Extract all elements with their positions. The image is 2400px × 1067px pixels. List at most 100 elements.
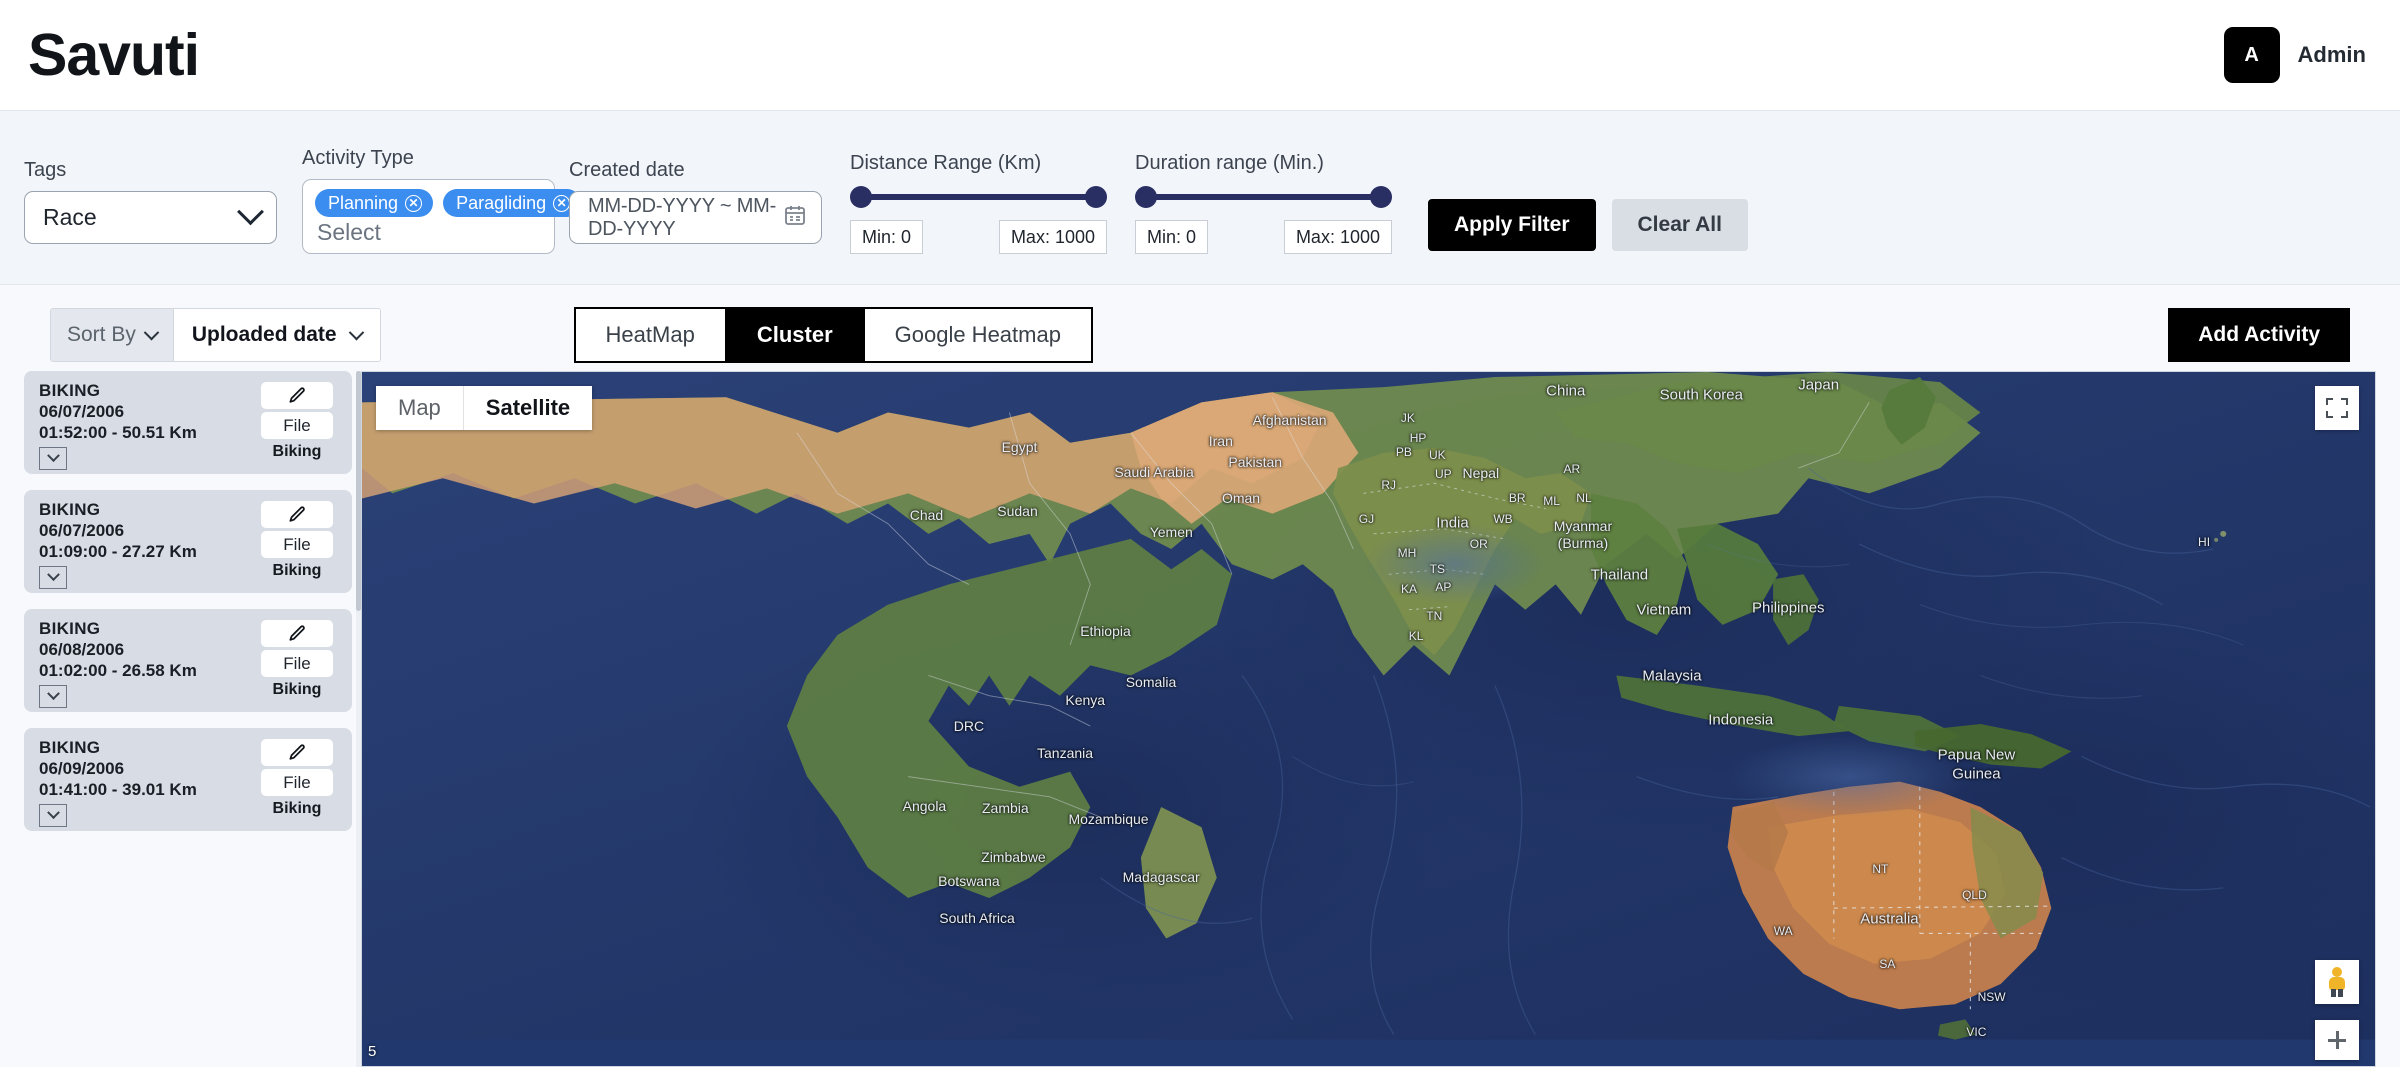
activity-card-main: BIKING06/09/200601:41:00 - 39.01 Km — [39, 738, 254, 831]
activity-card[interactable]: BIKING06/09/200601:41:00 - 39.01 Km File B… — [24, 728, 352, 831]
sort-by-label: Sort By — [67, 323, 136, 347]
slider-knob-max[interactable] — [1085, 186, 1107, 208]
chip-label: Planning — [328, 193, 398, 214]
activity-card-actions: FileBiking — [254, 619, 340, 712]
street-view-button[interactable] — [2315, 960, 2359, 1004]
activity-file-button[interactable]: File — [261, 412, 333, 439]
map-canvas[interactable]: ChinaSouth KoreaJapanAfghanistanIranPaki… — [361, 371, 2376, 1067]
main-content: Sort By Uploaded date HeatMap Cluster Go… — [0, 285, 2400, 1067]
activity-edit-button[interactable] — [261, 382, 333, 409]
sort-by-value-label: Uploaded date — [192, 323, 337, 347]
activity-card[interactable]: BIKING06/07/200601:52:00 - 50.51 Km File B… — [24, 371, 352, 474]
chevron-down-icon — [144, 324, 160, 340]
created-date-label: Created date — [569, 159, 822, 182]
filter-activity-type: Activity Type Planning ✕ Paragliding ✕ S… — [302, 111, 555, 254]
created-date-placeholder: MM-DD-YYYY ~ MM-DD-YYYY — [588, 195, 783, 241]
tags-select[interactable]: Race — [24, 191, 277, 244]
duration-min-value[interactable]: Min: 0 — [1135, 220, 1208, 254]
user-name: Admin — [2298, 42, 2366, 68]
activity-type-placeholder[interactable]: Select — [315, 220, 542, 245]
activity-card-main: BIKING06/07/200601:09:00 - 27.27 Km — [39, 500, 254, 593]
activity-type-label: Biking — [273, 800, 322, 818]
distance-range-label: Distance Range (Km) — [850, 152, 1107, 175]
slider-knob-min[interactable] — [850, 186, 872, 208]
map-view-tabs: HeatMap Cluster Google Heatmap — [574, 307, 1093, 363]
tab-cluster[interactable]: Cluster — [725, 309, 863, 361]
activity-card-main: BIKING06/08/200601:02:00 - 26.58 Km — [39, 619, 254, 712]
activity-edit-button[interactable] — [261, 620, 333, 647]
activity-type-chips: Planning ✕ Paragliding ✕ — [315, 189, 542, 217]
activity-date: 06/07/2006 — [39, 521, 254, 542]
duration-max-value[interactable]: Max: 1000 — [1284, 220, 1392, 254]
activity-file-button[interactable]: File — [261, 769, 333, 796]
filter-distance-range: Distance Range (Km) Min: 0 Max: 1000 — [850, 111, 1107, 254]
activity-expand-button[interactable] — [39, 685, 67, 708]
activity-card-actions: File Biking — [254, 500, 340, 593]
add-activity-button[interactable]: Add Activity — [2168, 308, 2350, 362]
activity-expand-button[interactable] — [39, 566, 67, 589]
zoom-in-icon — [2328, 1031, 2346, 1049]
chip-remove-icon[interactable]: ✕ — [553, 195, 570, 212]
activity-type-multiselect[interactable]: Planning ✕ Paragliding ✕ Select — [302, 179, 555, 254]
activity-list[interactable]: BIKING06/07/200601:52:00 - 50.51 KmFileB… — [24, 371, 361, 1067]
fullscreen-button[interactable] — [2315, 386, 2359, 430]
activity-type-label: Biking — [273, 562, 322, 580]
activity-card-actions: File Biking — [254, 738, 340, 831]
pencil-icon — [288, 505, 307, 524]
zoom-in-button[interactable] — [2315, 1020, 2359, 1060]
sort-by-trigger[interactable]: Sort By — [51, 309, 173, 361]
clear-all-button[interactable]: Clear All — [1612, 199, 1748, 251]
distance-max-value[interactable]: Max: 1000 — [999, 220, 1107, 254]
activity-date: 06/09/2006 — [39, 759, 254, 780]
tab-heatmap[interactable]: HeatMap — [576, 309, 725, 361]
map-type-map[interactable]: Map — [376, 386, 463, 430]
tab-google-heatmap[interactable]: Google Heatmap — [863, 309, 1091, 361]
activity-edit-button[interactable] — [261, 501, 333, 528]
calendar-icon[interactable] — [783, 203, 807, 232]
sort-by-value[interactable]: Uploaded date — [173, 309, 380, 361]
slider-knob-min[interactable] — [1135, 186, 1157, 208]
user-menu[interactable]: A Admin — [2224, 27, 2366, 83]
chevron-down-icon — [348, 324, 364, 340]
activity-title: BIKING — [39, 500, 254, 521]
activity-edit-button[interactable] — [261, 739, 333, 766]
chevron-down-icon — [237, 198, 264, 225]
activity-type-label: Activity Type — [302, 147, 555, 170]
apply-filter-button[interactable]: Apply Filter — [1428, 199, 1596, 251]
chip-label: Paragliding — [456, 193, 546, 214]
filter-bar: Tags Race Activity Type Planning ✕ Parag… — [0, 110, 2400, 285]
activity-stats: 01:52:00 - 50.51 Km — [39, 422, 254, 444]
distance-range-slider[interactable] — [850, 184, 1107, 210]
filter-actions: Apply Filter Clear All — [1428, 111, 1748, 251]
slider-knob-max[interactable] — [1370, 186, 1392, 208]
filter-created-date: Created date MM-DD-YYYY ~ MM-DD-YYYY — [569, 111, 822, 244]
avatar[interactable]: A — [2224, 27, 2280, 83]
activity-expand-button[interactable] — [39, 447, 67, 470]
chip-remove-icon[interactable]: ✕ — [405, 195, 422, 212]
fullscreen-icon — [2326, 398, 2348, 418]
activity-expand-button[interactable] — [39, 804, 67, 827]
sort-by-control[interactable]: Sort By Uploaded date — [50, 308, 381, 362]
activity-title: BIKING — [39, 381, 254, 402]
chevron-down-icon — [47, 449, 60, 462]
duration-range-slider[interactable] — [1135, 184, 1392, 210]
chip-planning[interactable]: Planning ✕ — [315, 189, 433, 217]
activity-file-button[interactable]: File — [261, 650, 333, 677]
tags-value: Race — [43, 204, 97, 231]
activity-file-button[interactable]: File — [261, 531, 333, 558]
map-type-satellite[interactable]: Satellite — [463, 386, 592, 430]
slider-track — [858, 194, 1099, 200]
activity-title: BIKING — [39, 738, 254, 759]
activity-type-label: Biking — [273, 443, 322, 461]
activity-stats: 01:02:00 - 26.58 Km — [39, 660, 254, 682]
created-date-input[interactable]: MM-DD-YYYY ~ MM-DD-YYYY — [569, 191, 822, 244]
activity-card-main: BIKING06/07/200601:52:00 - 50.51 Km — [39, 381, 254, 474]
chevron-down-icon — [47, 806, 60, 819]
activity-card[interactable]: BIKING06/08/200601:02:00 - 26.58 KmFileB… — [24, 609, 352, 712]
activity-card[interactable]: BIKING06/07/200601:09:00 - 27.27 Km File B… — [24, 490, 352, 593]
street-view-pegman-icon — [2327, 967, 2347, 997]
duration-range-label: Duration range (Min.) — [1135, 152, 1392, 175]
distance-min-value[interactable]: Min: 0 — [850, 220, 923, 254]
chip-paragliding[interactable]: Paragliding ✕ — [443, 189, 581, 217]
filter-duration-range: Duration range (Min.) Min: 0 Max: 1000 — [1135, 111, 1392, 254]
